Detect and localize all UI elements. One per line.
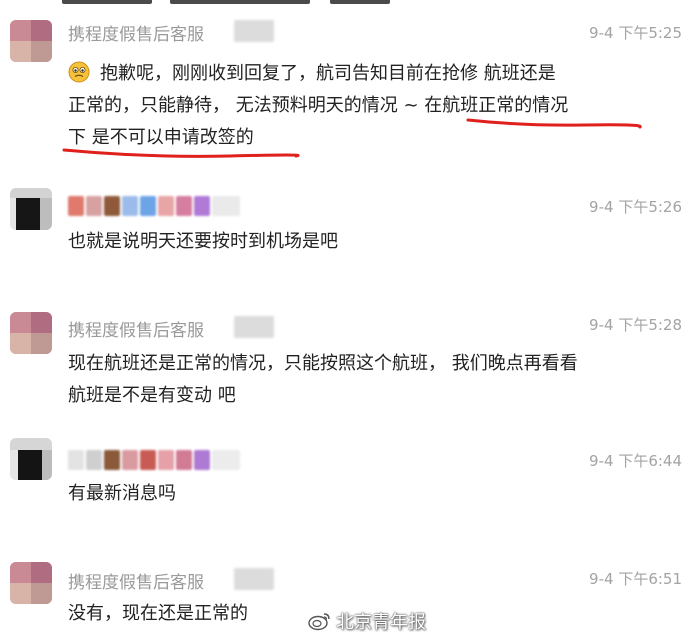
avatar[interactable] (10, 312, 52, 354)
message-text: 现在航班还是正常的情况，只能按照这个航班， 我们晚点再看看 航班是不是有变动 吧 (68, 348, 658, 412)
message-time: 9-4 下午6:44 (589, 452, 682, 470)
redacted-name (234, 20, 274, 42)
redacted-name (234, 316, 274, 338)
watermark-text: 北京青年报 (336, 612, 426, 633)
redacted-name (234, 568, 274, 590)
sender-name: 携程度假售后客服 (68, 25, 204, 45)
avatar[interactable] (10, 562, 52, 604)
message-line: 下 是不可以申请改签的 (68, 122, 658, 154)
message-line-text: 抱歉呢，刚刚收到回复了，航司告知目前在抢修 航班还是 (100, 63, 556, 84)
message-time: 9-4 下午5:25 (589, 24, 682, 42)
message-time: 9-4 下午6:51 (589, 570, 682, 588)
message-line-text: 正常的，只能静待， 无法预料明天的情况 ~ (68, 95, 425, 116)
weibo-icon (308, 613, 330, 631)
highlighted-text: 在航班正常的情况 (424, 95, 569, 116)
message-line: 抱歉呢，刚刚收到回复了，航司告知目前在抢修 航班还是 (68, 58, 658, 90)
message-text: 有最新消息吗 (68, 483, 176, 504)
message-line: 正常的，只能静待， 无法预料明天的情况 ~ 在航班正常的情况 (68, 90, 658, 122)
cropped-previous-message (0, 0, 690, 8)
message-time: 9-4 下午5:26 (589, 198, 682, 216)
avatar[interactable] (10, 438, 52, 480)
message-line: 航班是不是有变动 吧 (68, 385, 236, 406)
message-time: 9-4 下午5:28 (589, 316, 682, 334)
worried-face-emoji (68, 61, 90, 83)
avatar[interactable] (10, 188, 52, 230)
message-text: 抱歉呢，刚刚收到回复了，航司告知目前在抢修 航班还是 正常的，只能静待， 无法预… (68, 58, 658, 154)
message-text: 也就是说明天还要按时到机场是吧 (68, 231, 338, 252)
sender-name: 携程度假售后客服 (68, 321, 204, 341)
message-line: 现在航班还是正常的情况，只能按照这个航班， 我们晚点再看看 (68, 353, 578, 374)
watermark: 北京青年报 (308, 608, 426, 634)
sender-name: 携程度假售后客服 (68, 573, 204, 593)
avatar[interactable] (10, 20, 52, 62)
highlighted-text: 下 是不可以申请改签的 (68, 127, 254, 148)
